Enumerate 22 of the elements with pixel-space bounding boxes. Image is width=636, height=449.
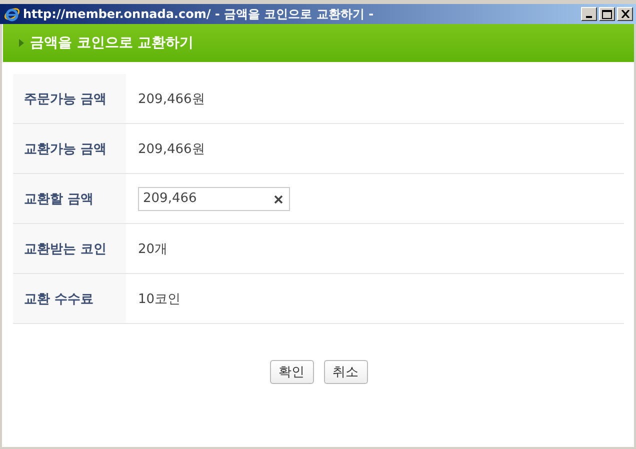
row-label: 교환받는 코인 [13,224,126,273]
row-label: 교환 수수료 [13,274,126,323]
row-label: 교환할 금액 [13,174,126,223]
row-value: 20개 [138,240,168,258]
row-label: 교환가능 금액 [13,124,126,173]
browser-logo-icon [4,6,20,22]
amount-field[interactable]: 209,466 [138,186,290,210]
triangle-icon [19,39,24,47]
header-title: 금액을 코인으로 교환하기 [30,34,194,52]
close-icon [620,10,630,18]
close-button[interactable] [617,7,633,21]
maximize-button[interactable] [599,7,615,21]
row-label: 주문가능 금액 [13,74,126,123]
row-value: 10코인 [138,290,181,308]
row-value: 209,466원 [138,90,205,108]
maximize-icon [602,10,612,18]
minimize-button[interactable] [581,7,597,21]
cancel-button[interactable]: 취소 [324,360,368,384]
window-title: http://member.onnada.com/ - 금액을 코인으로 교환하기 - [23,6,375,22]
confirm-button[interactable]: 확인 [270,360,314,384]
row-value: 209,466원 [138,140,205,158]
clear-icon[interactable] [274,194,283,204]
